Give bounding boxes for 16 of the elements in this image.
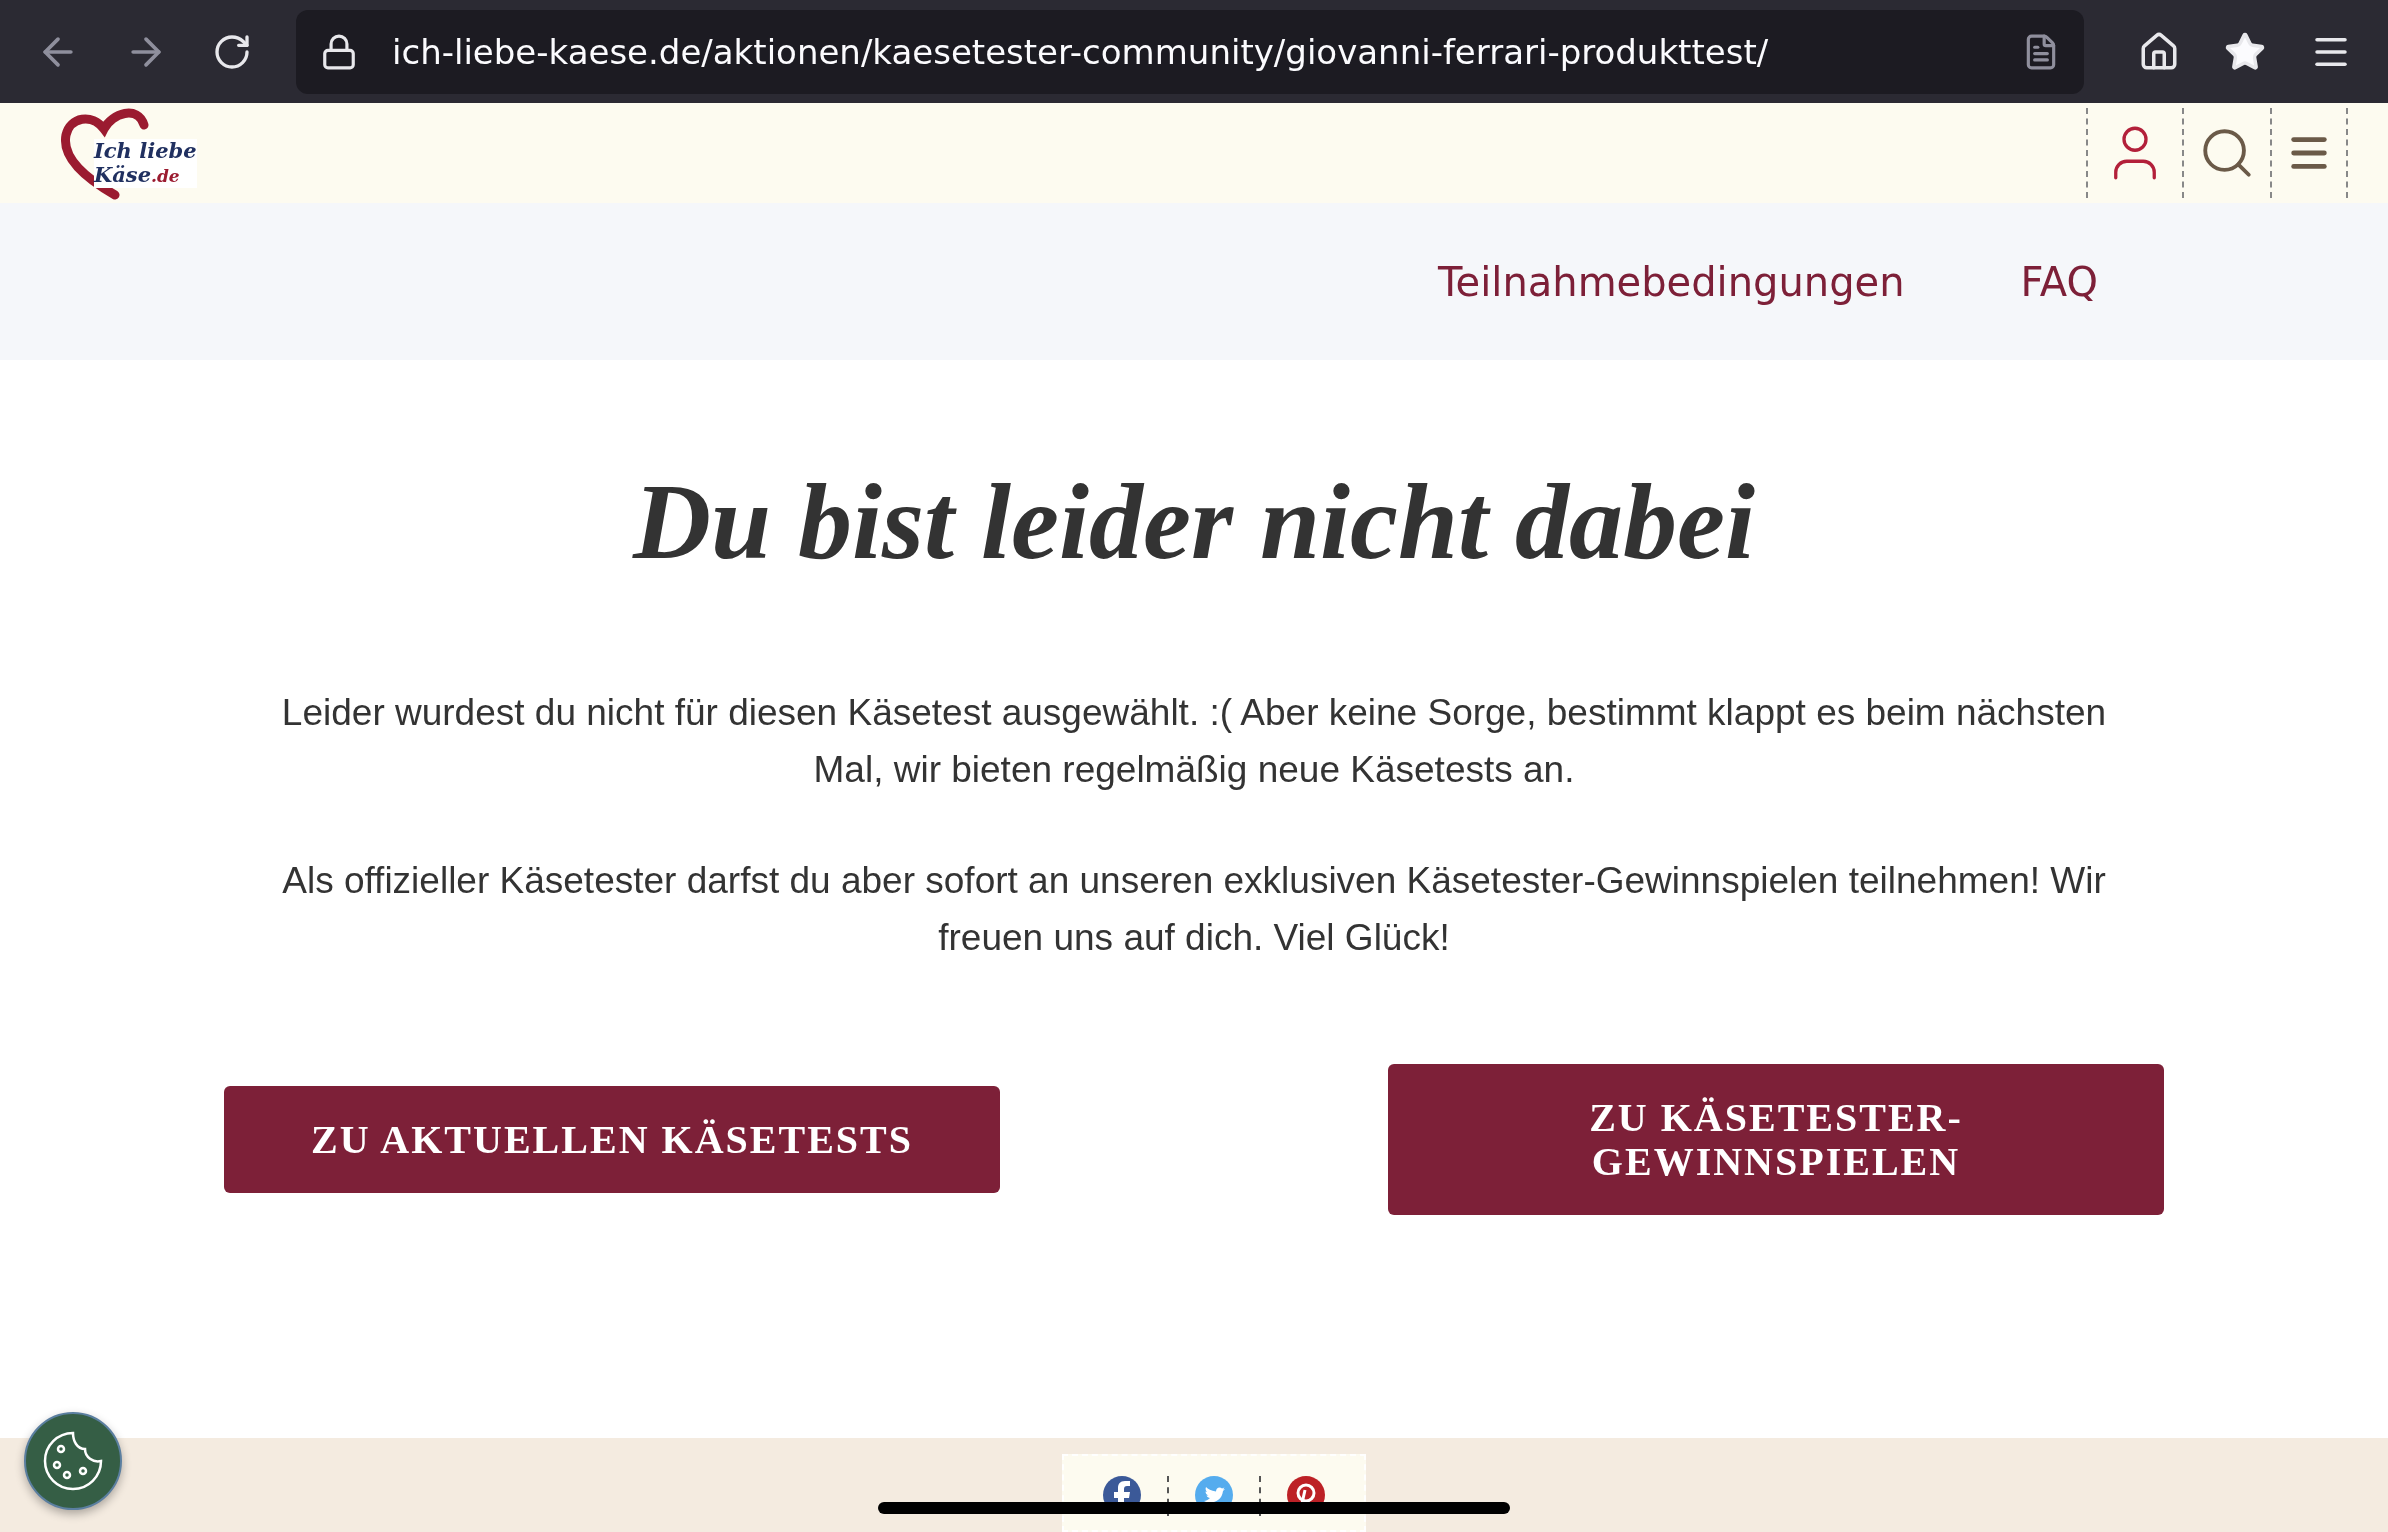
home-icon[interactable]: [2138, 30, 2180, 73]
url-text: ich-liebe-kaese.de/aktionen/kaesetester-community/giovanni-ferrari-produkttest/: [392, 31, 1770, 72]
cta-button[interactable]: ZU KÄSETESTER-GEWINNSPIELEN: [1388, 1064, 2164, 1215]
cookie-settings-button[interactable]: [24, 1412, 122, 1510]
menu-button[interactable]: [2270, 108, 2348, 198]
paragraph: Als offizieller Käsetester darfst du aber sofort an unseren exklusiven Käsetester-Gewinnspielen teilnehmen! Wir freuen uns auf dich. Viel Glück!: [281, 859, 2107, 960]
nav-link[interactable]: FAQ: [2020, 258, 2098, 305]
nav-link[interactable]: Teilnahmebedingungen: [1437, 258, 1905, 305]
paragraph: Leider wurdest du nicht für diesen Käsetest ausgewählt. :( Aber keine Sorge, bestimmt klappt es beim nächsten Mal, wir bieten regelmäßig neue Käsetests an.: [280, 691, 2108, 792]
cookie-icon: [41, 1429, 105, 1493]
page-heading: Du bist leider nicht dabei: [633, 461, 1755, 583]
logo-text: Ich liebe Käse.de: [94, 139, 197, 188]
lock-icon: [320, 32, 358, 71]
star-icon[interactable]: [2224, 30, 2266, 73]
address-bar[interactable]: ich-liebe-kaese.de/aktionen/kaesetester-community/giovanni-ferrari-produkttest/: [296, 9, 2084, 94]
cta-button[interactable]: ZU AKTUELLEN KÄSETESTS: [224, 1086, 1000, 1193]
